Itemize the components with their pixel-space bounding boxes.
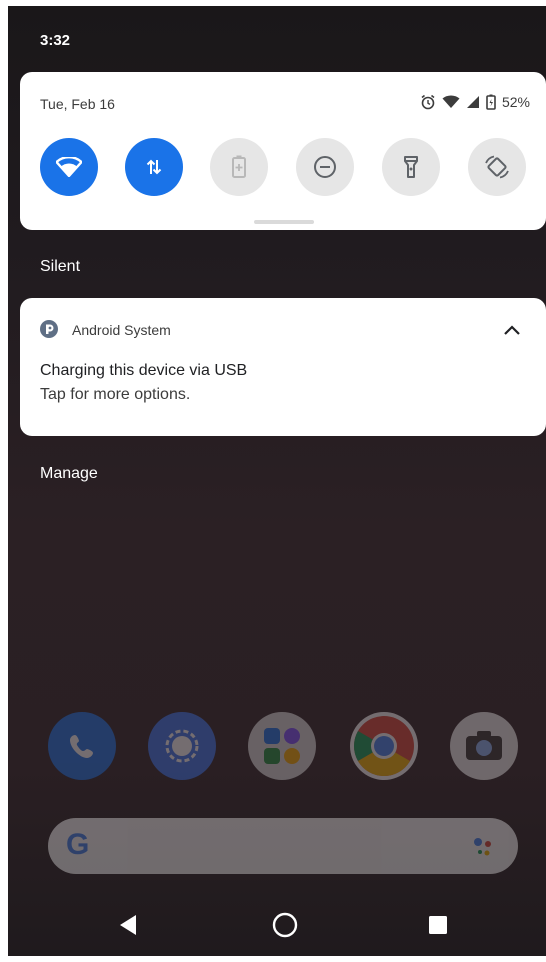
quick-settings-tiles	[40, 138, 526, 196]
auto-rotate-tile[interactable]	[468, 138, 526, 196]
back-button[interactable]	[118, 914, 138, 941]
battery-percent: 52%	[501, 94, 530, 110]
battery-saver-icon	[232, 155, 246, 178]
home-icon	[272, 912, 298, 938]
assistant-icon	[474, 838, 491, 856]
flashlight-icon	[404, 156, 418, 178]
manage-button[interactable]: Manage	[40, 465, 98, 483]
phone-app-icon	[48, 712, 116, 780]
notification-title: Charging this device via USB	[40, 362, 248, 379]
mobile-data-tile[interactable]	[125, 138, 183, 196]
home-button[interactable]	[272, 912, 298, 943]
phone-screen: 3:32 Tue, Feb 16 52% Silent Android Syst…	[8, 6, 546, 956]
flashlight-tile[interactable]	[382, 138, 440, 196]
chrome-app-icon	[350, 712, 418, 780]
chevron-up-icon[interactable]	[502, 320, 522, 340]
app-folder-icon	[248, 712, 316, 780]
recents-button[interactable]	[428, 915, 448, 940]
wifi-status-icon	[442, 95, 460, 109]
wifi-tile[interactable]	[40, 138, 98, 196]
camera-app-icon	[450, 712, 518, 780]
usb-charging-notification[interactable]: Android System Charging this device via …	[20, 298, 546, 436]
signal-app-icon	[148, 712, 216, 780]
do-not-disturb-tile[interactable]	[296, 138, 354, 196]
home-dock	[8, 712, 546, 784]
do-not-disturb-icon	[314, 156, 336, 178]
quick-settings-panel[interactable]: Tue, Feb 16 52%	[20, 72, 546, 230]
wifi-icon	[56, 157, 82, 177]
alarm-icon	[420, 94, 436, 110]
google-g-icon: G	[66, 828, 90, 861]
recents-icon	[429, 916, 447, 934]
auto-rotate-icon	[485, 155, 509, 179]
silent-section-header: Silent	[40, 258, 81, 275]
battery-icon	[486, 94, 496, 110]
status-icons: 52%	[420, 94, 530, 110]
notification-text: Tap for more options.	[40, 386, 191, 403]
cell-signal-icon	[466, 95, 480, 109]
quick-settings-drag-handle[interactable]	[254, 220, 314, 224]
quick-settings-date: Tue, Feb 16	[40, 96, 115, 112]
back-icon	[120, 915, 136, 935]
data-arrows-icon	[146, 159, 162, 175]
android-system-icon	[40, 320, 58, 338]
battery-saver-tile[interactable]	[210, 138, 268, 196]
google-search-bar: G	[48, 818, 518, 874]
notification-app-name: Android System	[72, 322, 171, 338]
status-bar-time: 3:32	[40, 32, 71, 49]
